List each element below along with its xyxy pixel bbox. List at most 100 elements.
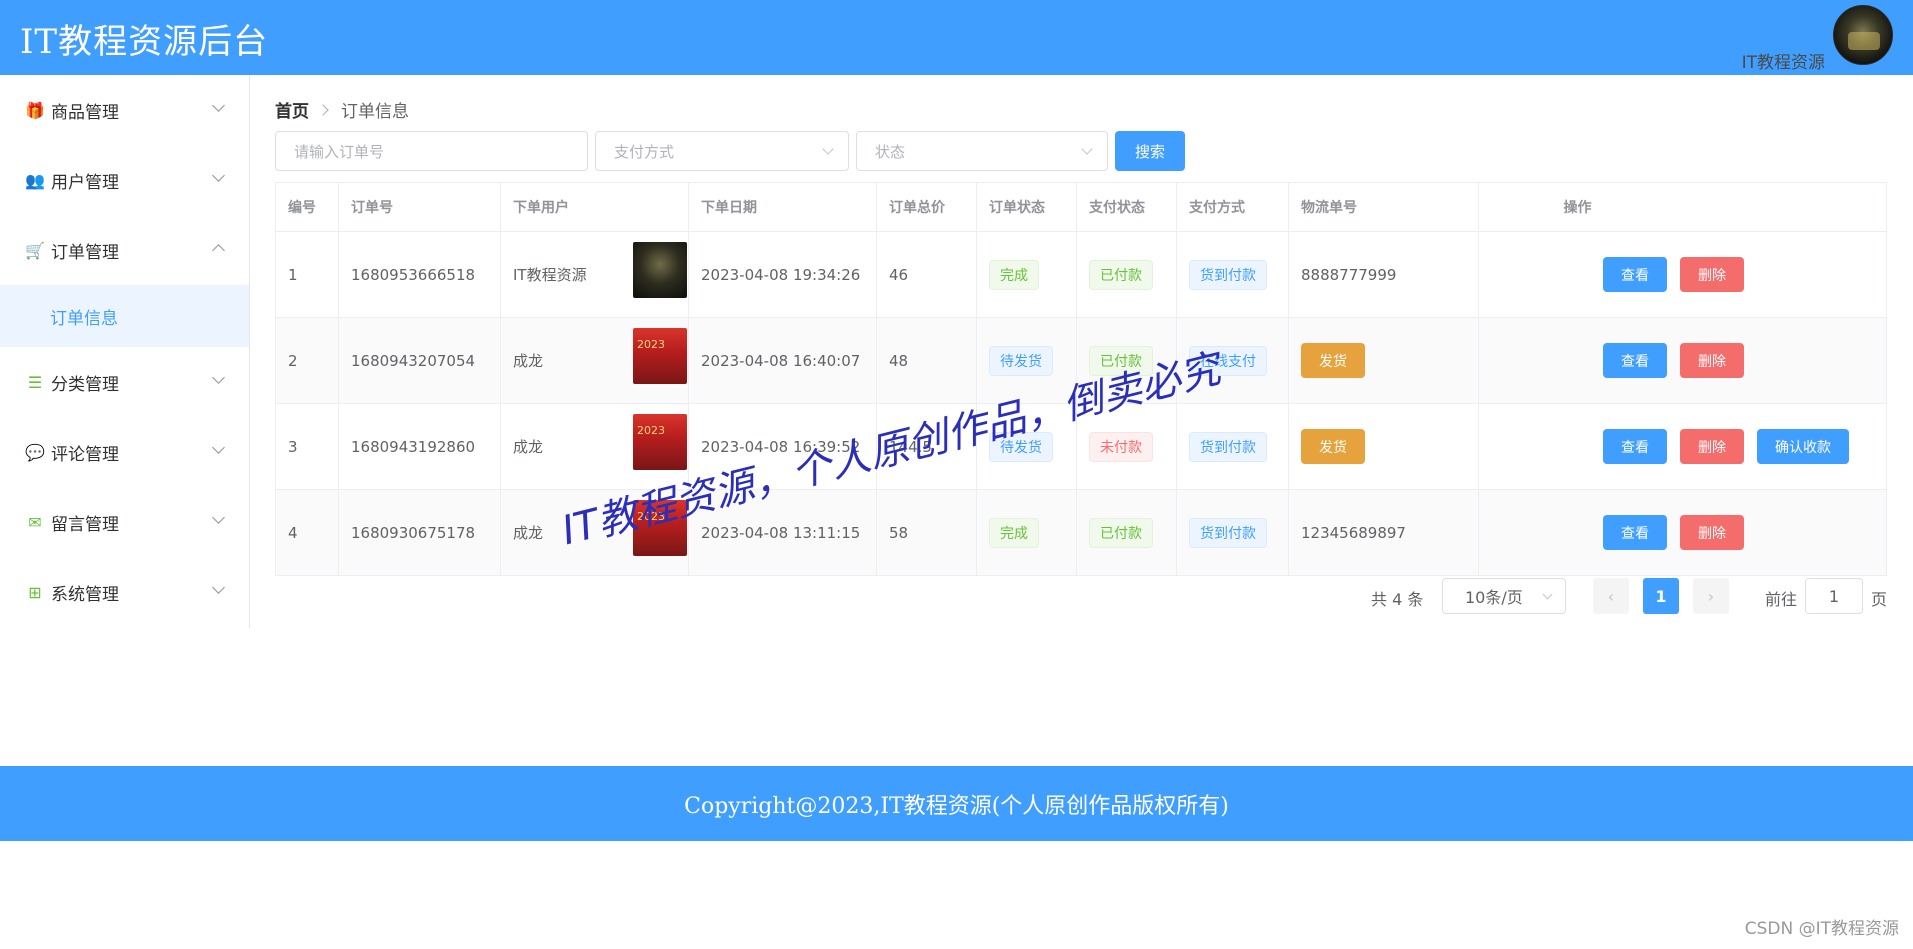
confirm-payment-button[interactable]: 确认收款	[1757, 429, 1849, 464]
cell-order-no: 1680930675178	[339, 490, 501, 575]
order-status-tag: 完成	[989, 517, 1039, 548]
footer-copyright: Copyright@2023,IT教程资源(个人原创作品版权所有)	[684, 793, 1229, 819]
page-number-button[interactable]: 1	[1643, 578, 1679, 614]
delete-button[interactable]: 删除	[1680, 257, 1744, 292]
column-header: 下单日期	[689, 183, 877, 231]
user-thumbnail	[633, 242, 687, 298]
page-size-select[interactable]: 10条/页	[1442, 578, 1566, 614]
column-header: 订单号	[339, 183, 501, 231]
users-icon: 👥	[25, 170, 45, 190]
sidebar-item-label: 系统管理	[51, 584, 119, 605]
footer: Copyright@2023,IT教程资源(个人原创作品版权所有)	[0, 766, 1913, 841]
cell-date: 2023-04-08 19:34:26	[689, 232, 877, 317]
status-placeholder: 状态	[875, 142, 906, 161]
view-button[interactable]: 查看	[1603, 257, 1667, 292]
pay-method-tag: 货到付款	[1189, 259, 1267, 290]
sidebar-item-label: 商品管理	[51, 102, 119, 123]
cell-order-no: 1680943207054	[339, 318, 501, 403]
chevron-down-icon	[212, 511, 225, 524]
cell-user: 成龙	[501, 318, 689, 403]
sidebar-item-system[interactable]: ⊞ 系统管理	[0, 557, 249, 627]
cell-pay-status: 已付款	[1077, 232, 1177, 317]
column-header: 物流单号	[1289, 183, 1479, 231]
cell-logistics: 8888777999	[1289, 232, 1479, 317]
cell-actions: 查看 删除	[1479, 490, 1886, 575]
order-status-tag: 待发货	[989, 345, 1053, 376]
goto-suffix: 页	[1871, 590, 1888, 609]
goto-page-input[interactable]: 1	[1805, 578, 1863, 614]
cell-total: 48	[877, 318, 977, 403]
chevron-down-icon	[212, 169, 225, 182]
cell-order-no: 1680953666518	[339, 232, 501, 317]
column-header: 操作	[1563, 200, 1592, 216]
search-button[interactable]: 搜索	[1115, 131, 1185, 171]
chevron-down-icon	[822, 143, 834, 155]
breadcrumb-home[interactable]: 首页	[275, 97, 309, 122]
user-name: IT教程资源	[513, 266, 587, 284]
next-page-button[interactable]: ›	[1693, 578, 1729, 614]
table-row: 4 1680930675178 成龙 2023-04-08 13:11:15 5…	[276, 490, 1886, 576]
cell-order-status: 完成	[977, 232, 1077, 317]
pay-status-tag: 已付款	[1089, 517, 1153, 548]
app-header: IT教程资源后台 IT教程资源	[0, 0, 1913, 75]
sidebar-item-label: 评论管理	[51, 444, 119, 465]
sidebar-subitem-order-info[interactable]: 订单信息	[0, 285, 249, 347]
windows-icon: ⊞	[28, 582, 42, 602]
table-header-row: 编号 订单号 下单用户 下单日期 订单总价 订单状态 支付状态 支付方式 物流单…	[276, 183, 1886, 232]
view-button[interactable]: 查看	[1603, 429, 1667, 464]
delete-button[interactable]: 删除	[1680, 429, 1744, 464]
message-icon: ✉	[28, 512, 42, 532]
chevron-down-icon	[1081, 143, 1093, 155]
pay-status-tag: 已付款	[1089, 259, 1153, 290]
sidebar-item-label: 订单管理	[51, 242, 119, 263]
sidebar-item-categories[interactable]: ☰ 分类管理	[0, 347, 249, 417]
chevron-down-icon	[212, 99, 225, 112]
delete-button[interactable]: 删除	[1680, 343, 1744, 378]
view-button[interactable]: 查看	[1603, 515, 1667, 550]
column-header: 支付状态	[1077, 183, 1177, 231]
cell-actions: 查看 删除	[1479, 232, 1886, 317]
ship-button[interactable]: 发货	[1301, 429, 1365, 464]
main-content: 首页 订单信息 请输入订单号 支付方式 状态 搜索 编号 订单号 下单用户 下单…	[251, 75, 1913, 628]
cell-total: 46	[877, 232, 977, 317]
order-number-input[interactable]: 请输入订单号	[275, 131, 588, 171]
chevron-up-icon	[212, 244, 225, 257]
cell-date: 2023-04-08 16:40:07	[689, 318, 877, 403]
sidebar-item-orders[interactable]: 🛒 订单管理	[0, 215, 249, 285]
delete-button[interactable]: 删除	[1680, 515, 1744, 550]
view-button[interactable]: 查看	[1603, 343, 1667, 378]
goto-label: 前往	[1765, 590, 1798, 609]
sidebar-item-label: 分类管理	[51, 374, 119, 395]
status-select[interactable]: 状态	[856, 131, 1108, 171]
column-header: 订单总价	[877, 183, 977, 231]
user-thumbnail	[633, 328, 687, 384]
pay-method-tag: 货到付款	[1189, 517, 1267, 548]
sidebar-item-users[interactable]: 👥 用户管理	[0, 145, 249, 215]
prev-page-button[interactable]: ‹	[1593, 578, 1629, 614]
pagination-total: 共 4 条	[1371, 590, 1424, 609]
gift-icon: 🎁	[25, 100, 45, 120]
cell-actions: 查看 删除 确认收款	[1479, 404, 1886, 489]
csdn-watermark: CSDN @IT教程资源	[1744, 919, 1899, 939]
header-username[interactable]: IT教程资源	[1742, 48, 1825, 73]
user-thumbnail	[633, 414, 687, 470]
ship-button[interactable]: 发货	[1301, 343, 1365, 378]
pay-status-tag: 未付款	[1089, 431, 1153, 462]
chevron-down-icon	[212, 441, 225, 454]
sidebar-item-messages[interactable]: ✉ 留言管理	[0, 487, 249, 557]
cell-pay-method: 货到付款	[1177, 404, 1289, 489]
sidebar-menu: 🎁 商品管理 👥 用户管理 🛒 订单管理 订单信息 ☰ 分类管理 💬 评论管理 …	[0, 75, 250, 628]
user-name: 成龙	[513, 524, 544, 542]
column-header: 编号	[276, 183, 339, 231]
sidebar-item-comments[interactable]: 💬 评论管理	[0, 417, 249, 487]
sidebar-item-goods[interactable]: 🎁 商品管理	[0, 75, 249, 145]
page-size-value: 10条/页	[1465, 588, 1523, 607]
cell-logistics: 发货	[1289, 404, 1479, 489]
user-name: 成龙	[513, 438, 544, 456]
cell-id: 2	[276, 318, 339, 403]
order-status-tag: 完成	[989, 259, 1039, 290]
payment-method-select[interactable]: 支付方式	[595, 131, 849, 171]
cell-pay-method: 货到付款	[1177, 490, 1289, 575]
comments-icon: 💬	[25, 442, 45, 462]
user-avatar[interactable]	[1833, 5, 1893, 65]
